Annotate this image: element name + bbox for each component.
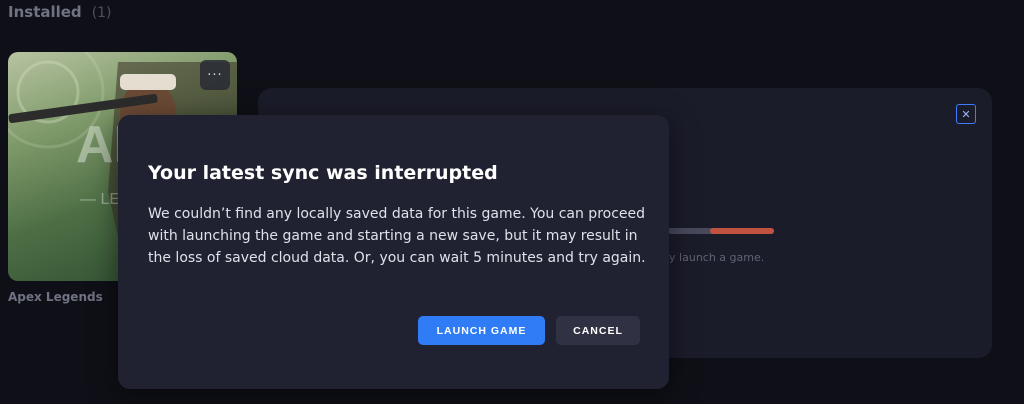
close-icon: ✕ (961, 107, 971, 121)
dialog-body: We couldn’t find any locally saved data … (148, 206, 646, 266)
more-horizontal-icon: ··· (207, 67, 223, 83)
sync-progress-bar (668, 228, 774, 234)
game-more-button[interactable]: ··· (200, 60, 230, 90)
section-title: Installed (8, 3, 82, 21)
launch-game-button[interactable]: LAUNCH GAME (418, 316, 545, 345)
sync-dialog: Your latest sync was interrupted We coul… (118, 115, 669, 389)
section-header: Installed (1) (8, 3, 112, 21)
sync-progress-fill (710, 228, 774, 234)
game-title[interactable]: Apex Legends (8, 290, 103, 304)
background-hint-text: dly launch a game. (659, 251, 765, 264)
background-close-button[interactable]: ✕ (956, 104, 976, 124)
dialog-title: Your latest sync was interrupted (148, 162, 498, 184)
section-count: (1) (91, 5, 112, 21)
cancel-button[interactable]: CANCEL (556, 316, 640, 345)
